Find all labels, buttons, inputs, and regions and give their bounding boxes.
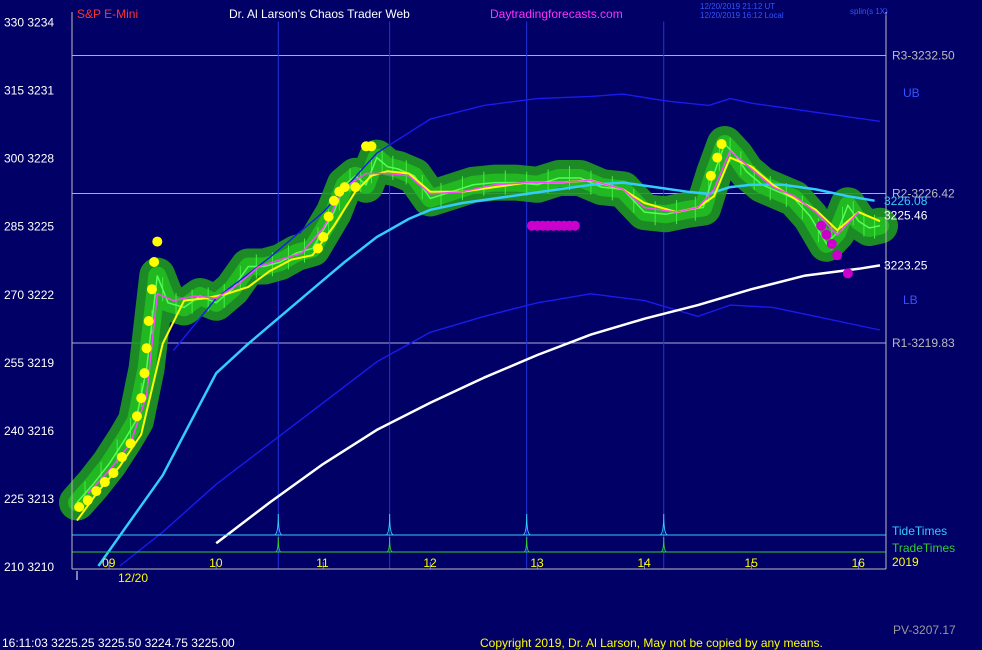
yellow-signal-dot bbox=[99, 477, 110, 488]
value-label-white: 3223.25 bbox=[884, 258, 928, 272]
y-tick-label: 315 3231 bbox=[4, 84, 54, 98]
tide-times-label: TideTimes bbox=[892, 524, 947, 538]
yellow-signal-dot bbox=[339, 182, 350, 193]
year-label: 2019 bbox=[892, 555, 919, 569]
ohlc-readout: 16:11:03 3225.25 3225.50 3224.75 3225.00 bbox=[2, 636, 235, 650]
yellow-signal-dot bbox=[152, 236, 163, 247]
yellow-signal-dot bbox=[716, 139, 727, 150]
yellow-signal-dot bbox=[141, 343, 152, 354]
y-tick-label: 330 3234 bbox=[4, 16, 54, 30]
yellow-signal-dot bbox=[125, 438, 136, 449]
date-label: 12/20 bbox=[118, 571, 148, 585]
x-tick-label: 13 bbox=[530, 556, 544, 570]
trade-times-label: TradeTimes bbox=[892, 541, 955, 555]
yellow-signal-dot bbox=[139, 368, 150, 379]
yellow-signal-dot bbox=[143, 315, 154, 326]
y-tick-label: 240 3216 bbox=[4, 424, 54, 438]
level-label-r1: R1-3219.83 bbox=[892, 336, 955, 350]
yellow-signal-dot bbox=[323, 211, 334, 222]
yellow-signal-dot bbox=[146, 284, 157, 295]
copyright: Copyright 2019, Dr. Al Larson, May not b… bbox=[480, 636, 823, 650]
yellow-signal-dot bbox=[350, 182, 361, 193]
yellow-signal-dot bbox=[108, 467, 119, 478]
yellow-signal-dot bbox=[312, 243, 323, 254]
lower-band-label: LB bbox=[903, 293, 918, 307]
yellow-signal-dot bbox=[712, 152, 723, 163]
yellow-signal-dot bbox=[318, 232, 329, 243]
price-chart: R3-3232.50R2-3226.42R1-3219.83 330 32343… bbox=[0, 0, 982, 650]
x-tick-label: 11 bbox=[316, 556, 329, 570]
y-tick-label: 210 3210 bbox=[4, 560, 54, 574]
magenta-signal-dot bbox=[842, 268, 853, 279]
level-label-r3: R3-3232.50 bbox=[892, 49, 955, 63]
yellow-signal-dot bbox=[131, 411, 142, 422]
x-tick-label: 14 bbox=[637, 556, 651, 570]
y-tick-label: 270 3222 bbox=[4, 288, 54, 302]
yellow-signal-dot bbox=[328, 195, 339, 206]
upper-band-label: UB bbox=[903, 86, 920, 100]
yellow-signal-dot bbox=[91, 486, 102, 497]
magenta-signal-dot bbox=[826, 238, 837, 249]
y-tick-label: 225 3213 bbox=[4, 492, 54, 506]
timestamp-local: 12/20/2019 16:12 Local bbox=[700, 11, 784, 20]
instrument-title: S&P E-Mini bbox=[77, 7, 138, 21]
x-tick-label: 15 bbox=[745, 556, 759, 570]
y-tick-label: 285 3225 bbox=[4, 220, 54, 234]
yellow-signal-dot bbox=[705, 170, 716, 181]
yellow-signal-dot bbox=[366, 141, 377, 152]
timestamp-utc: 12/20/2019 21:12 UT bbox=[700, 2, 775, 11]
value-label-cyan: 3226.08 bbox=[884, 194, 928, 208]
magenta-signal-dot bbox=[569, 220, 580, 231]
x-tick-label: 10 bbox=[209, 556, 223, 570]
pv-label: PV-3207.17 bbox=[893, 623, 956, 637]
value-label-yellow: 3225.46 bbox=[884, 208, 928, 222]
x-tick-label: 12 bbox=[423, 556, 437, 570]
yellow-signal-dot bbox=[136, 393, 147, 404]
site-url-link[interactable]: Daytradingforecasts.com bbox=[490, 7, 623, 21]
yellow-signal-dot bbox=[149, 256, 160, 267]
site-title: Dr. Al Larson's Chaos Trader Web bbox=[229, 7, 410, 21]
magenta-signal-dot bbox=[821, 229, 832, 240]
magenta-signal-dot bbox=[816, 220, 827, 231]
y-tick-label: 300 3228 bbox=[4, 152, 54, 166]
spline-label: splin(s 1X) bbox=[850, 7, 888, 16]
yellow-signal-dot bbox=[116, 452, 127, 463]
x-tick-label: 09 bbox=[102, 556, 116, 570]
yellow-signal-dot bbox=[82, 495, 93, 506]
x-tick-label: 16 bbox=[852, 556, 866, 570]
yellow-signal-dot bbox=[74, 502, 85, 513]
y-tick-label: 255 3219 bbox=[4, 356, 54, 370]
magenta-signal-dot bbox=[832, 250, 843, 261]
